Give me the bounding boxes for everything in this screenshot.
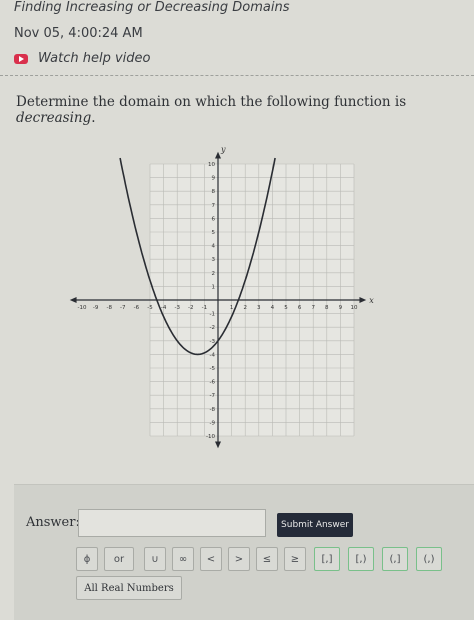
y-tick-label: -2 <box>210 325 215 331</box>
x-tick-label: 2 <box>243 305 247 311</box>
infinity-key[interactable]: ∞ <box>172 547 194 571</box>
timestamp: Nov 05, 4:00:24 AM <box>14 26 143 41</box>
open-closed-interval-key[interactable]: (,] <box>382 547 408 571</box>
y-tick-label: 3 <box>212 257 216 263</box>
or-key[interactable]: or <box>104 547 134 571</box>
y-tick-label: 2 <box>212 271 216 277</box>
empty-set-key[interactable]: ϕ <box>76 547 98 571</box>
x-tick-label: 8 <box>325 305 329 311</box>
function-graph: -10 -9 -8 -7 -6 -5 -4 -3 -2 -1 1 2 3 4 5 6 7 8 9 10 10 9 8 7 6 5 4… <box>69 145 374 449</box>
x-tick-label: 6 <box>298 305 302 311</box>
x-axis-label: x <box>369 296 374 305</box>
less-than-key[interactable]: < <box>200 547 222 571</box>
y-tick-label: 1 <box>212 284 216 290</box>
x-tick-label: -3 <box>174 305 180 311</box>
y-tick-label: 5 <box>212 230 216 236</box>
watch-help-video-link[interactable]: Watch help video <box>14 51 150 66</box>
x-tick-label: 5 <box>284 305 288 311</box>
page-title: Finding Increasing or Decreasing Domains <box>14 0 290 15</box>
x-tick-label: -4 <box>161 305 167 311</box>
y-tick-label: 10 <box>208 162 215 168</box>
question-text: Determine the domain on which the follow… <box>16 94 466 126</box>
x-tick-label: 3 <box>257 305 261 311</box>
y-tick-label: -5 <box>210 366 216 372</box>
greater-than-key[interactable]: > <box>228 547 250 571</box>
x-axis-arrow-left <box>69 297 77 303</box>
y-tick-label: -7 <box>210 393 216 399</box>
answer-label: Answer: <box>26 515 80 530</box>
closed-open-interval-key[interactable]: [,) <box>348 547 374 571</box>
answer-input[interactable] <box>78 509 266 537</box>
x-tick-label: 1 <box>230 305 234 311</box>
y-tick-label: -1 <box>210 312 215 318</box>
all-real-numbers-button[interactable]: All Real Numbers <box>76 576 182 600</box>
y-tick-label: -9 <box>210 420 216 426</box>
x-tick-label: -1 <box>202 305 207 311</box>
video-play-icon <box>14 53 28 64</box>
y-tick-label: -6 <box>210 380 216 386</box>
y-tick-label: -10 <box>206 434 215 440</box>
closed-interval-key[interactable]: [,] <box>314 547 340 571</box>
greater-equal-key[interactable]: ≥ <box>284 547 306 571</box>
x-tick-label: -2 <box>188 305 193 311</box>
union-key[interactable]: ∪ <box>144 547 166 571</box>
y-axis-arrow-down <box>215 441 221 449</box>
x-axis-arrow-right <box>359 297 367 303</box>
y-tick-label: 4 <box>212 244 216 250</box>
y-tick-label: 9 <box>212 176 216 182</box>
x-tick-label: -10 <box>78 305 87 311</box>
x-tick-label: 4 <box>271 305 275 311</box>
y-tick-label: 6 <box>212 216 216 222</box>
y-tick-label: 8 <box>212 189 216 195</box>
submit-answer-button[interactable]: Submit Answer <box>277 513 353 537</box>
answer-panel: Answer: Submit Answer ϕ or ∪ ∞ < > ≤ ≥ [,] [,) (,]… <box>14 484 474 620</box>
x-tick-label: -9 <box>93 305 99 311</box>
x-tick-label: 7 <box>311 305 315 311</box>
question-prefix: Determine the domain on which the follow… <box>16 94 407 110</box>
x-tick-label: -6 <box>134 305 140 311</box>
y-tick-label: -4 <box>210 352 216 358</box>
divider <box>0 75 474 76</box>
question-suffix: . <box>91 110 96 126</box>
y-tick-label: -8 <box>210 407 216 413</box>
question-emphasis: decreasing <box>16 110 92 126</box>
y-axis-label: y <box>220 145 226 154</box>
less-equal-key[interactable]: ≤ <box>256 547 278 571</box>
y-tick-label: 7 <box>212 203 216 209</box>
x-tick-label: -5 <box>147 305 153 311</box>
x-tick-label: -7 <box>120 305 126 311</box>
x-tick-label: -8 <box>106 305 112 311</box>
open-interval-key[interactable]: (,) <box>416 547 442 571</box>
x-tick-label: 10 <box>351 305 358 311</box>
x-tick-label: 9 <box>339 305 343 311</box>
help-link-label: Watch help video <box>38 51 151 66</box>
